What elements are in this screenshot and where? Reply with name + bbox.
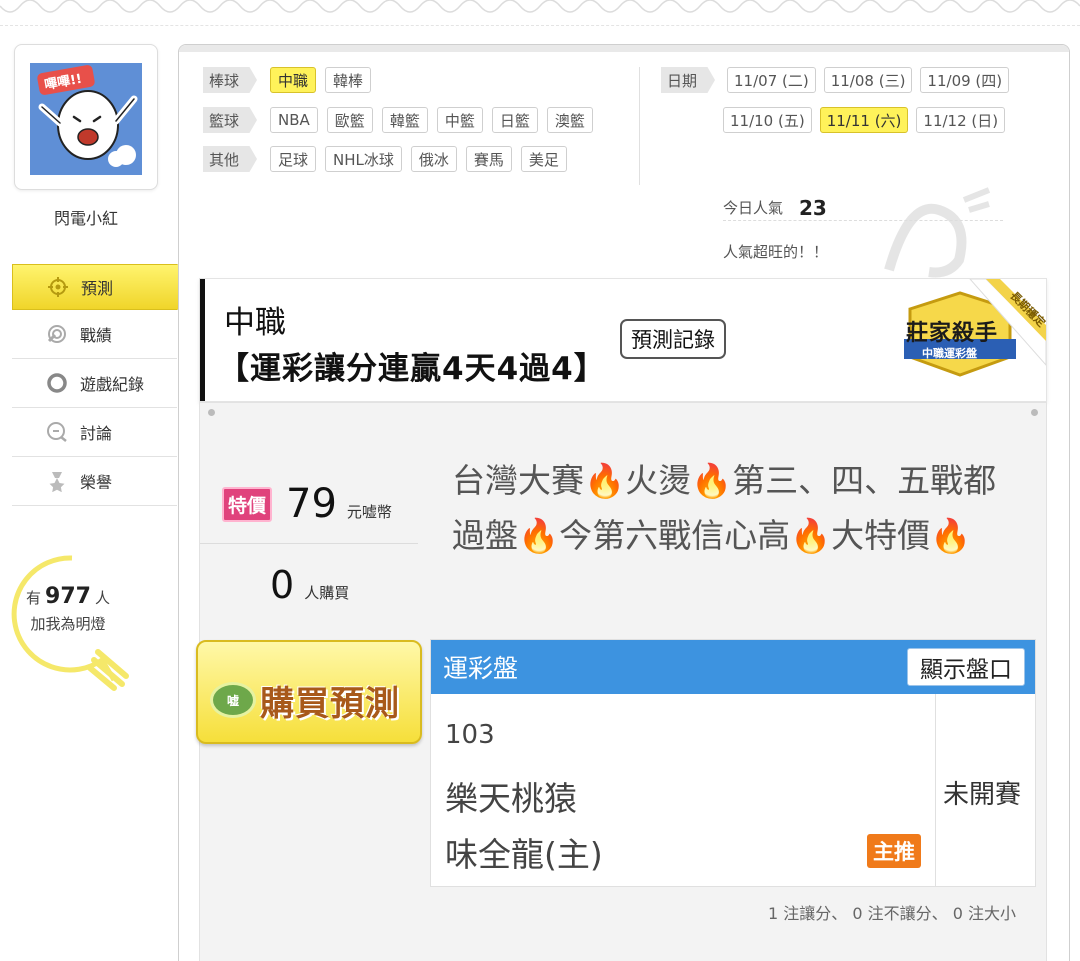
date-chip-1108[interactable]: 11/08 (三) — [823, 67, 913, 93]
category-chip-cpbl[interactable]: 中職 — [270, 67, 317, 93]
odds-card: 運彩盤 顯示盤口 103 樂天桃猿 味全龍(主) 主推 未開賽 — [430, 639, 1036, 887]
main-panel: 棒球 中職 韓棒 籃球 NBA 歐籃 韓籃 中籃 日籃 澳籃 其他 足球 NHL… — [178, 44, 1070, 961]
buyer-count: 0 人購買 — [270, 563, 349, 607]
match-info: 103 樂天桃猿 味全龍(主) 主推 — [431, 694, 936, 886]
date-chip-1110[interactable]: 11/10 (五) — [723, 107, 812, 133]
popularity-label: 今日人氣 — [723, 199, 784, 217]
fan-count: 977 — [45, 584, 91, 609]
prediction-header: 中職 【運彩讓分連贏4天4過4】 預測記錄 莊家殺手 中職運彩盤 長期穩定 — [199, 278, 1048, 402]
medal-icon — [46, 470, 68, 492]
popularity-message: 人氣超旺的！！ — [723, 243, 829, 261]
category-chip-japan-basketball[interactable]: 日籃 — [491, 107, 538, 133]
odds-header: 運彩盤 顯示盤口 — [431, 640, 1035, 694]
buyer-count-value: 0 — [270, 563, 295, 607]
category-chip-euro-basketball[interactable]: 歐籃 — [326, 107, 373, 133]
user-name[interactable]: 閃電小紅 — [14, 205, 158, 229]
price-value: 79 — [286, 481, 337, 527]
category-chip-australia-basketball[interactable]: 澳籃 — [546, 107, 593, 133]
date-chip-1112[interactable]: 11/12 (日) — [916, 107, 1006, 133]
fan-suffix: 人 — [94, 589, 110, 607]
side-nav-label: 榮譽 — [80, 473, 113, 492]
category-chip-khl[interactable]: 俄冰 — [410, 146, 457, 172]
category-row-baseball: 棒球 中職 韓棒 — [203, 67, 372, 93]
buy-prediction-button[interactable]: 嘘 購買預測 — [196, 640, 422, 744]
fan-cta: 加我為明燈 — [30, 615, 106, 633]
date-chip-1111[interactable]: 11/11 (六) — [819, 107, 909, 133]
category-chip-korea-basketball[interactable]: 韓籃 — [381, 107, 428, 133]
date-selector: 日期 11/07 (二) 11/08 (三) 11/09 (四) 11/10 (… — [661, 67, 1010, 147]
screw-decoration — [1031, 409, 1038, 416]
odds-body: 103 樂天桃猿 味全龍(主) 主推 未開賽 — [431, 694, 1035, 886]
side-nav-item-honor[interactable]: 榮譽 — [12, 457, 177, 506]
main-pick-badge: 主推 — [867, 834, 921, 868]
side-nav-item-game-history[interactable]: 遊戲紀錄 — [12, 359, 177, 408]
category-label: 其他 — [203, 146, 258, 172]
league-title: 中職 — [224, 305, 286, 341]
badge-title: 莊家殺手 — [906, 321, 999, 346]
circle-icon — [46, 372, 68, 394]
side-nav-label: 討論 — [80, 424, 113, 443]
category-chip-nhl[interactable]: NHL冰球 — [325, 146, 402, 172]
top-edge-decoration — [0, 0, 1080, 26]
side-nav-label: 遊戲紀錄 — [80, 375, 145, 394]
header-accent-bar — [200, 279, 205, 401]
buy-prediction-label: 購買預測 — [260, 684, 400, 724]
special-price-tag: 特價 — [222, 486, 273, 522]
prediction-subtitle: 【運彩讓分連贏4天4過4】 — [218, 351, 606, 387]
divider — [639, 67, 640, 185]
date-label: 日期 — [661, 67, 716, 93]
fan-prefix: 有 — [26, 589, 42, 607]
show-odds-button[interactable]: 顯示盤口 — [907, 648, 1025, 686]
side-nav-label: 預測 — [81, 279, 114, 298]
category-chip-nba[interactable]: NBA — [270, 107, 318, 133]
game-number: 103 — [445, 720, 495, 750]
category-row-basketball: 籃球 NBA 歐籃 韓籃 中籃 日籃 澳籃 — [203, 107, 593, 133]
category-label: 棒球 — [203, 67, 258, 93]
avatar-card[interactable]: 嗶嗶!! — [14, 44, 158, 190]
side-nav-label: 戰績 — [80, 326, 113, 345]
home-team: 味全龍(主) — [445, 835, 603, 874]
date-chip-1107[interactable]: 11/07 (二) — [727, 67, 816, 93]
popularity-value: 23 — [799, 195, 827, 220]
screw-decoration — [208, 409, 215, 416]
side-nav-item-discussion[interactable]: 討論 — [12, 408, 177, 457]
buyer-count-unit: 人購買 — [304, 583, 350, 602]
prediction-record-button[interactable]: 預測記錄 — [620, 319, 726, 359]
category-chip-kbo[interactable]: 韓棒 — [325, 67, 372, 93]
record-icon — [46, 323, 68, 345]
side-nav-item-record[interactable]: 戰績 — [12, 310, 177, 359]
category-chip-soccer[interactable]: 足球 — [270, 146, 317, 172]
match-status: 未開賽 — [943, 780, 1022, 810]
category-chip-nfl[interactable]: 美足 — [520, 146, 567, 172]
side-nav: 預測 戰績 遊戲紀錄 討論 榮譽 — [12, 264, 188, 506]
prediction-content: 特價 79 元嘘幣 0 人購買 嘘 購買預測 台灣大賽🔥火燙🔥第三、四、五戰都過… — [196, 402, 1047, 961]
fan-counter[interactable]: 有 977 人 加我為明燈 — [12, 580, 124, 636]
chat-icon — [46, 421, 68, 443]
category-chip-china-basketball[interactable]: 中籃 — [436, 107, 483, 133]
divider — [200, 543, 418, 544]
avatar: 嗶嗶!! — [30, 63, 142, 175]
coin-icon: 嘘 — [210, 682, 256, 718]
category-label: 籃球 — [203, 107, 258, 133]
badge-subtitle: 中職運彩盤 — [922, 347, 977, 360]
side-nav-item-predict[interactable]: 預測 — [12, 264, 188, 310]
price-box: 特價 79 元嘘幣 — [222, 481, 392, 527]
price-unit: 元嘘幣 — [346, 502, 392, 521]
target-icon — [47, 276, 69, 298]
prediction-description: 台灣大賽🔥火燙🔥第三、四、五戰都過盤🔥今第六戰信心高🔥大特價🔥 — [452, 461, 997, 556]
popularity-panel: 今日人氣 23 人氣超旺的！！ — [723, 195, 1003, 262]
odds-title: 運彩盤 — [443, 654, 519, 683]
category-chip-horse-racing[interactable]: 賽馬 — [465, 146, 512, 172]
category-row-other: 其他 足球 NHL冰球 俄冰 賽馬 美足 — [203, 146, 567, 172]
away-team: 樂天桃猿 — [445, 779, 577, 818]
bet-stats: 1 注讓分、 0 注不讓分、 0 注大小 — [768, 904, 1016, 923]
date-chip-1109[interactable]: 11/09 (四) — [920, 67, 1010, 93]
